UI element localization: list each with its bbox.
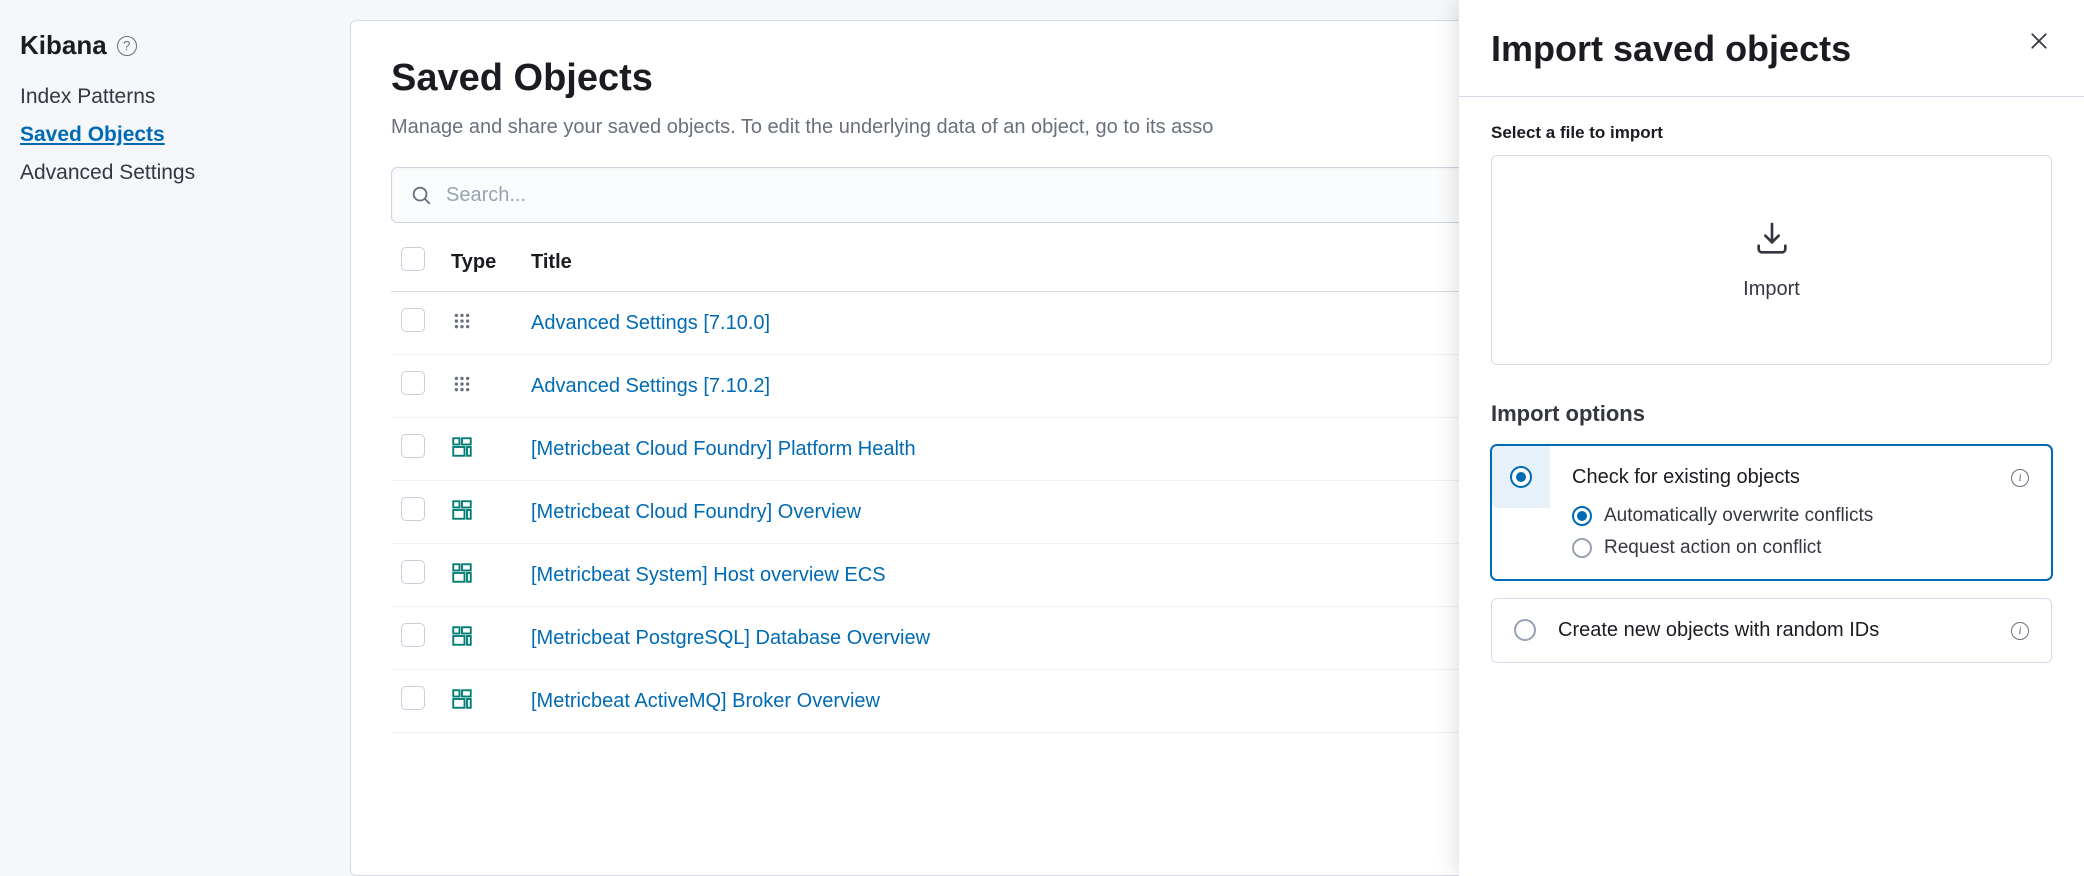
row-checkbox[interactable] [401,497,425,521]
flyout-title: Import saved objects [1491,28,1851,70]
dashboard-icon [451,562,473,584]
info-icon[interactable]: i [2011,622,2029,640]
option-label: Check for existing objects [1572,466,1800,489]
sub-options: Automatically overwrite conflicts Reques… [1572,501,2029,559]
dashboard-icon [451,688,473,710]
sub-option-request-action[interactable]: Request action on conflict [1572,537,2029,559]
row-title-link[interactable]: [Metricbeat System] Host overview ECS [531,564,886,586]
page-title: Saved Objects [391,57,653,100]
radio-indicator [1572,506,1592,526]
sidebar-nav: Index Patterns Saved Objects Advanced Se… [20,85,330,185]
search-icon [410,184,432,206]
sidebar: Kibana ? Index Patterns Saved Objects Ad… [0,0,350,215]
radio-indicator-wrap [1492,446,1550,508]
info-icon[interactable]: i [2011,469,2029,487]
radio-indicator [1514,619,1536,641]
radio-indicator [1572,538,1592,558]
row-checkbox[interactable] [401,686,425,710]
select-all-checkbox[interactable] [401,247,425,271]
sidebar-item-saved-objects[interactable]: Saved Objects [20,123,330,147]
sidebar-title-text: Kibana [20,30,107,61]
import-flyout: Import saved objects Select a file to im… [1459,0,2084,876]
row-checkbox[interactable] [401,371,425,395]
close-icon[interactable] [2026,28,2052,58]
help-icon[interactable]: ? [117,36,137,56]
flyout-header: Import saved objects [1459,0,2084,97]
option-content: Create new objects with random IDs i [1558,619,2029,642]
col-type[interactable]: Type [441,233,521,292]
select-file-label: Select a file to import [1491,123,2052,143]
option-label: Create new objects with random IDs [1558,619,1879,642]
dashboard-icon [451,625,473,647]
dropzone-label: Import [1743,278,1800,301]
sub-option-overwrite[interactable]: Automatically overwrite conflicts [1572,505,2029,527]
row-title-link[interactable]: [Metricbeat Cloud Foundry] Platform Heal… [531,438,916,460]
sidebar-item-index-patterns[interactable]: Index Patterns [20,85,330,109]
import-options-heading: Import options [1491,401,2052,427]
option-content: Check for existing objects i Automatical… [1572,466,2029,559]
row-title-link[interactable]: [Metricbeat ActiveMQ] Broker Overview [531,690,880,712]
row-title-link[interactable]: [Metricbeat Cloud Foundry] Overview [531,501,861,523]
row-title-link[interactable]: [Metricbeat PostgreSQL] Database Overvie… [531,627,930,649]
row-checkbox[interactable] [401,434,425,458]
sub-option-label: Request action on conflict [1604,537,1822,559]
sidebar-title: Kibana ? [20,30,330,61]
option-check-existing[interactable]: Check for existing objects i Automatical… [1491,445,2052,580]
radio-indicator [1510,466,1532,488]
dashboard-icon [451,499,473,521]
row-title-link[interactable]: Advanced Settings [7.10.2] [531,375,770,397]
sidebar-item-advanced-settings[interactable]: Advanced Settings [20,161,330,185]
config-icon [451,310,473,332]
row-checkbox[interactable] [401,308,425,332]
option-create-new-ids[interactable]: Create new objects with random IDs i [1491,598,2052,663]
sub-option-label: Automatically overwrite conflicts [1604,505,1873,527]
row-title-link[interactable]: Advanced Settings [7.10.0] [531,312,770,334]
import-icon [1752,219,1792,262]
row-checkbox[interactable] [401,623,425,647]
row-checkbox[interactable] [401,560,425,584]
config-icon [451,373,473,395]
dashboard-icon [451,436,473,458]
flyout-body: Select a file to import Import Import op… [1459,97,2084,707]
import-dropzone[interactable]: Import [1491,155,2052,365]
